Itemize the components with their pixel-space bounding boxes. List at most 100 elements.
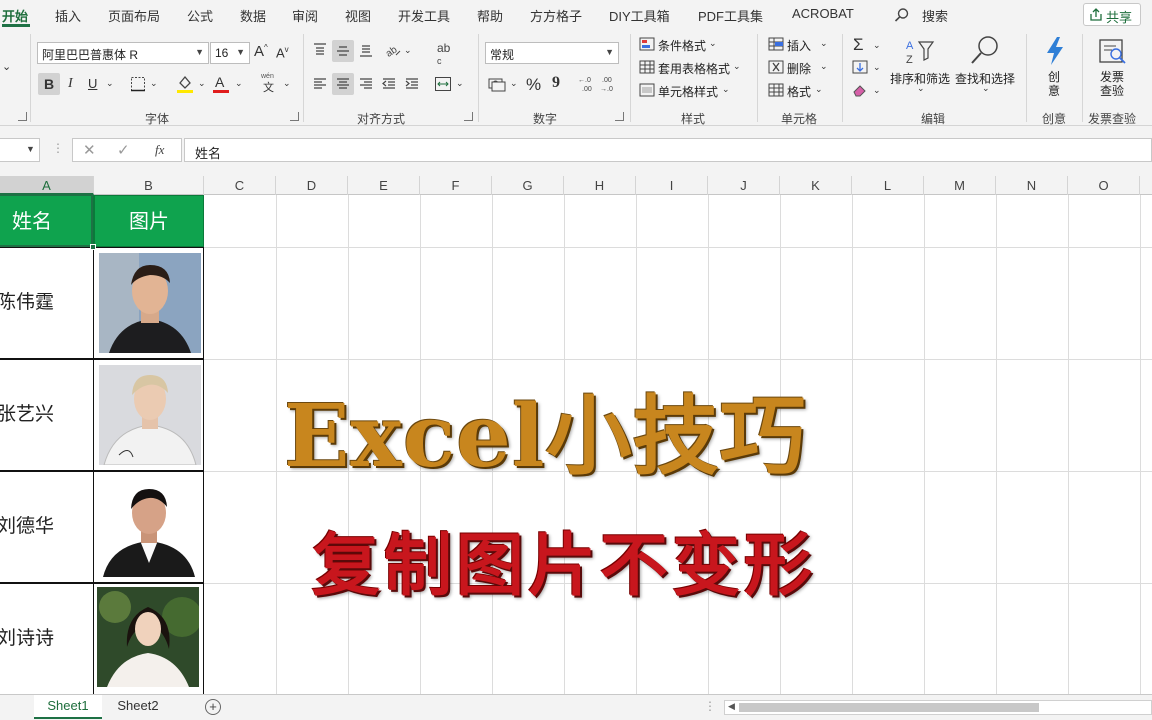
- delete-cells-icon[interactable]: [768, 60, 784, 74]
- alignment-launcher-icon[interactable]: [464, 112, 473, 121]
- portrait-image[interactable]: [99, 477, 199, 577]
- phonetic-icon[interactable]: 文: [263, 83, 274, 94]
- name-box[interactable]: ▼: [0, 138, 40, 162]
- search-label[interactable]: 搜索: [922, 6, 948, 25]
- clipboard-launcher-icon[interactable]: [18, 112, 27, 121]
- chevron-down-icon[interactable]: ⌄: [982, 84, 990, 93]
- tab-page-layout[interactable]: 页面布局: [108, 6, 160, 25]
- wrap-text-icon[interactable]: ab c: [437, 42, 450, 66]
- invoice-check-button[interactable]: 发票 查验: [1100, 70, 1124, 98]
- fill-color-icon[interactable]: [176, 74, 194, 94]
- conditional-format-button[interactable]: 条件格式: [658, 37, 706, 54]
- chevron-down-icon[interactable]: ⌄: [709, 39, 717, 48]
- name-cell[interactable]: 刘诗诗: [0, 583, 94, 694]
- invoice-check-icon[interactable]: [1098, 38, 1128, 66]
- column-header-i[interactable]: I: [636, 176, 708, 195]
- formula-input[interactable]: 姓名: [184, 138, 1152, 162]
- cancel-icon[interactable]: ✕: [83, 141, 96, 159]
- tab-home[interactable]: 开始: [2, 6, 28, 25]
- column-header-c[interactable]: C: [204, 176, 276, 195]
- chevron-down-icon[interactable]: ⌄: [820, 39, 828, 48]
- search-icon[interactable]: [894, 7, 910, 23]
- chevron-down-icon[interactable]: ⌄: [873, 63, 881, 72]
- column-header-n[interactable]: N: [996, 176, 1068, 195]
- decrease-indent-icon[interactable]: [381, 76, 397, 92]
- chevron-down-icon[interactable]: ⌄: [820, 62, 828, 71]
- underline-button[interactable]: U: [88, 77, 97, 90]
- column-header-e[interactable]: E: [348, 176, 420, 195]
- creative-button[interactable]: 创意: [1048, 70, 1060, 98]
- chevron-down-icon[interactable]: ⌄: [815, 85, 823, 94]
- column-header-h[interactable]: H: [564, 176, 636, 195]
- decrease-font-icon[interactable]: Av: [276, 46, 289, 60]
- align-middle-icon[interactable]: [335, 43, 351, 59]
- lightning-icon[interactable]: [1043, 36, 1067, 66]
- tab-data[interactable]: 数据: [240, 6, 266, 25]
- tab-insert[interactable]: 插入: [55, 6, 81, 25]
- name-cell[interactable]: 刘德华: [0, 471, 94, 583]
- tab-acrobat[interactable]: ACROBAT: [792, 6, 854, 21]
- comma-style-button[interactable]: 9: [552, 75, 560, 91]
- column-header-k[interactable]: K: [780, 176, 852, 195]
- align-bottom-icon[interactable]: [358, 42, 374, 58]
- column-header-b[interactable]: B: [94, 176, 204, 195]
- border-icon[interactable]: [130, 76, 146, 92]
- conditional-format-icon[interactable]: [639, 37, 655, 51]
- chevron-down-icon[interactable]: ⌄: [873, 41, 881, 50]
- accounting-format-icon[interactable]: [488, 76, 506, 92]
- phonetic-top[interactable]: wén: [261, 73, 274, 80]
- increase-indent-icon[interactable]: [404, 76, 420, 92]
- column-header-m[interactable]: M: [924, 176, 996, 195]
- italic-button[interactable]: I: [68, 77, 73, 91]
- fill-icon[interactable]: [852, 60, 868, 74]
- increase-decimal-icon[interactable]: ←.0.00: [576, 74, 596, 94]
- font-size-select[interactable]: 16 ▼: [210, 42, 250, 64]
- column-header-g[interactable]: G: [492, 176, 564, 195]
- column-header-l[interactable]: L: [852, 176, 924, 195]
- name-cell[interactable]: 陈伟霆: [0, 247, 94, 359]
- tab-formulas[interactable]: 公式: [187, 6, 213, 25]
- column-header-j[interactable]: J: [708, 176, 780, 195]
- chevron-down-icon[interactable]: ⌄: [106, 79, 114, 88]
- decrease-decimal-icon[interactable]: .00→.0: [598, 74, 618, 94]
- align-right-icon[interactable]: [358, 76, 374, 92]
- orientation-icon[interactable]: ab: [384, 41, 402, 59]
- chevron-down-icon[interactable]: ⌄: [150, 79, 158, 88]
- portrait-image[interactable]: [97, 587, 199, 687]
- chevron-down-icon[interactable]: ⌄: [873, 86, 881, 95]
- sheet-tab-2[interactable]: Sheet2: [104, 695, 172, 719]
- chevron-down-icon[interactable]: ⌄: [510, 79, 518, 88]
- chevron-down-icon[interactable]: ⌄: [198, 79, 206, 88]
- sheet-tab-1[interactable]: Sheet1: [34, 695, 102, 719]
- delete-cells-button[interactable]: 删除: [787, 60, 811, 77]
- number-format-select[interactable]: 常规 ▼: [485, 42, 619, 64]
- align-top-icon[interactable]: [312, 42, 328, 58]
- increase-font-icon[interactable]: A^: [254, 44, 268, 60]
- column-header-o[interactable]: O: [1068, 176, 1140, 195]
- header-cell-photo[interactable]: 图片: [94, 195, 204, 247]
- format-cells-icon[interactable]: [768, 83, 784, 97]
- scroll-thumb[interactable]: [739, 703, 1039, 712]
- clipboard-chevron-icon[interactable]: ⌄: [2, 62, 11, 73]
- insert-function-button[interactable]: fx: [155, 142, 164, 158]
- bold-button[interactable]: B: [44, 77, 54, 91]
- column-header-f[interactable]: F: [420, 176, 492, 195]
- align-center-icon[interactable]: [335, 76, 351, 92]
- chevron-down-icon[interactable]: ⌄: [235, 79, 243, 88]
- add-sheet-icon[interactable]: +: [205, 699, 221, 715]
- fill-handle[interactable]: [90, 244, 96, 250]
- share-button[interactable]: 共享: [1083, 3, 1141, 26]
- autosum-icon[interactable]: Σ: [853, 36, 864, 53]
- column-header-d[interactable]: D: [276, 176, 348, 195]
- tab-fangfang[interactable]: 方方格子: [530, 6, 582, 25]
- font-color-icon[interactable]: A: [212, 74, 230, 94]
- scroll-left-icon[interactable]: ◀: [728, 701, 735, 712]
- chevron-down-icon[interactable]: ⌄: [733, 62, 741, 71]
- cell-styles-icon[interactable]: [639, 83, 655, 97]
- tab-review[interactable]: 审阅: [292, 6, 318, 25]
- worksheet-grid[interactable]: A B C D E F G H I J K L M N O 姓名 图片 陈伟霆: [0, 176, 1152, 694]
- cell-styles-button[interactable]: 单元格样式: [658, 83, 718, 100]
- find-select-icon[interactable]: [969, 34, 1001, 68]
- name-cell[interactable]: 张艺兴: [0, 359, 94, 471]
- chevron-down-icon[interactable]: ⌄: [917, 84, 925, 93]
